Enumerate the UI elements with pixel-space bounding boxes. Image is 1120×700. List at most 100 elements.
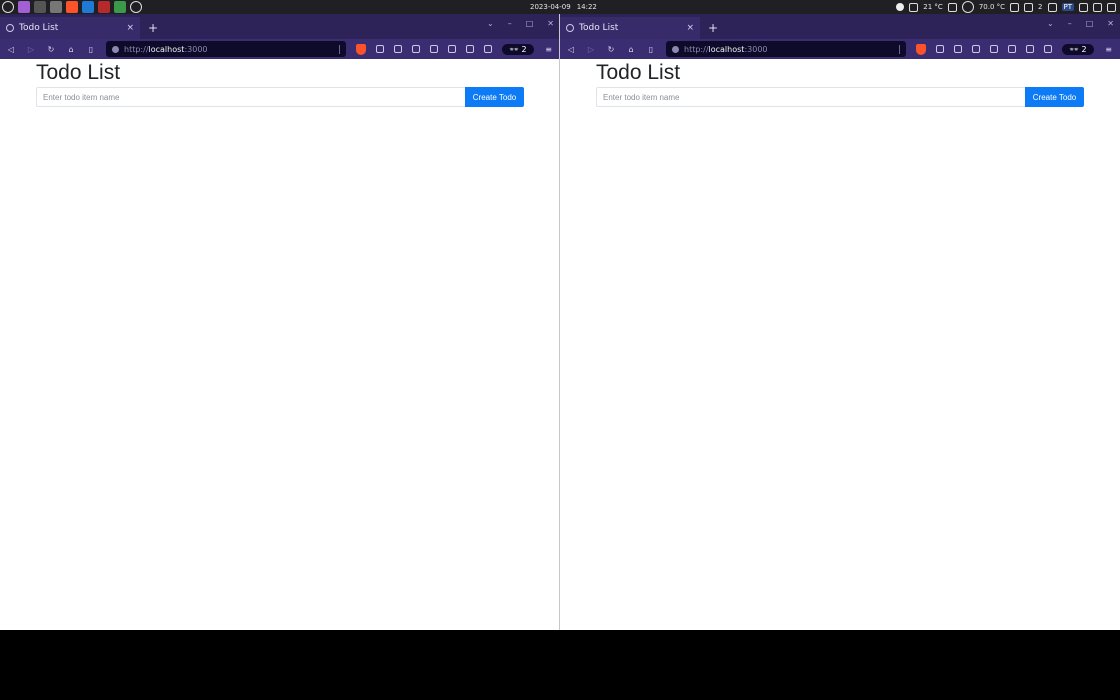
translate-extension-icon[interactable] xyxy=(936,45,944,53)
url-separator xyxy=(899,44,900,54)
app-icon-green[interactable] xyxy=(114,1,126,13)
privacy-count: 2 xyxy=(1081,44,1087,54)
volume-icon[interactable] xyxy=(1107,2,1116,12)
vscode-icon[interactable] xyxy=(82,1,94,13)
translate-extension-icon[interactable] xyxy=(376,45,384,53)
url-host: localhost xyxy=(708,44,745,54)
wifi-icon[interactable] xyxy=(1093,2,1102,12)
url-port: :3000 xyxy=(744,44,768,54)
home-icon[interactable]: ⌂ xyxy=(66,45,76,54)
back-icon[interactable]: ◁ xyxy=(566,45,576,54)
bookmark-icon[interactable]: ▯ xyxy=(646,45,656,54)
terminal-icon[interactable] xyxy=(34,1,46,13)
menu-icon[interactable]: ≡ xyxy=(1104,45,1114,54)
minimize-icon[interactable]: – xyxy=(1068,19,1072,28)
app-launcher-bar xyxy=(0,0,142,14)
privacy-badge[interactable]: 👓 2 xyxy=(502,43,534,55)
page-title: Todo List xyxy=(36,61,121,84)
notifications-icon[interactable] xyxy=(1024,2,1034,12)
url-separator xyxy=(339,44,340,54)
forward-icon[interactable]: ▷ xyxy=(26,45,36,54)
cpu-temp: 70.0 °C xyxy=(978,3,1006,11)
os-menu-icon[interactable] xyxy=(2,1,14,13)
extension-icon-3[interactable] xyxy=(990,45,998,53)
weather-icon[interactable] xyxy=(909,2,919,12)
obs-icon[interactable] xyxy=(961,1,974,13)
clock-time: 14:22 xyxy=(576,3,597,11)
record-icon[interactable] xyxy=(896,3,905,11)
tab-close-icon[interactable]: × xyxy=(686,23,694,33)
browser-window-right: Todo List × + ⌄ – □ ✕ ◁ ▷ ↻ ⌂ ▯ http://l… xyxy=(560,14,1120,630)
extension-icon-2[interactable] xyxy=(972,45,980,53)
maximize-icon[interactable]: □ xyxy=(526,19,534,28)
new-tab-button[interactable]: + xyxy=(708,21,718,35)
reload-icon[interactable]: ↻ xyxy=(606,45,616,54)
tab-title: Todo List xyxy=(19,23,59,33)
todo-name-input[interactable] xyxy=(36,87,465,107)
site-info-icon[interactable] xyxy=(112,45,119,53)
extensions-puzzle-icon[interactable] xyxy=(466,45,474,53)
close-window-icon[interactable]: ✕ xyxy=(1107,19,1114,28)
app-icon-purple[interactable] xyxy=(18,1,30,13)
files-icon[interactable] xyxy=(50,1,62,13)
sidebar-icon[interactable] xyxy=(484,45,492,53)
tab-list-chevron-icon[interactable]: ⌄ xyxy=(1047,19,1054,28)
page-content: Todo List Create Todo xyxy=(0,59,560,107)
app-icon-circle[interactable] xyxy=(130,1,142,13)
system-tray: 21 °C 70.0 °C 2 PT xyxy=(896,0,1116,14)
minimize-icon[interactable]: – xyxy=(508,19,512,28)
site-info-icon[interactable] xyxy=(672,45,679,53)
extension-icon-1[interactable] xyxy=(954,45,962,53)
tab-list-chevron-icon[interactable]: ⌄ xyxy=(487,19,494,28)
bookmark-icon[interactable]: ▯ xyxy=(86,45,96,54)
forward-icon[interactable]: ▷ xyxy=(586,45,596,54)
reload-icon[interactable]: ↻ xyxy=(46,45,56,54)
extension-icon-4[interactable] xyxy=(1008,45,1016,53)
globe-icon xyxy=(6,24,14,32)
bluetooth-icon[interactable] xyxy=(947,2,957,12)
todo-name-input[interactable] xyxy=(596,87,1025,107)
address-bar[interactable]: http://localhost:3000 xyxy=(106,41,346,57)
create-todo-button[interactable]: Create Todo xyxy=(1025,87,1084,107)
url-scheme: http:// xyxy=(684,44,709,54)
home-icon[interactable]: ⌂ xyxy=(626,45,636,54)
close-window-icon[interactable]: ✕ xyxy=(547,19,554,28)
extension-icon-1[interactable] xyxy=(394,45,402,53)
brave-shields-icon[interactable] xyxy=(916,43,926,55)
maximize-icon[interactable]: □ xyxy=(1086,19,1094,28)
tab-todo-list[interactable]: Todo List × xyxy=(0,17,140,39)
clipboard-icon[interactable] xyxy=(1010,2,1020,12)
create-todo-button[interactable]: Create Todo xyxy=(465,87,524,107)
menu-icon[interactable]: ≡ xyxy=(544,45,554,54)
extensions-puzzle-icon[interactable] xyxy=(1026,45,1034,53)
clock[interactable]: 2023-04-09 14:22 xyxy=(530,0,597,14)
url-port: :3000 xyxy=(184,44,208,54)
keyboard-layout[interactable]: PT xyxy=(1061,3,1074,11)
extension-icon-4[interactable] xyxy=(448,45,456,53)
battery-icon[interactable] xyxy=(1079,2,1088,12)
page-content: Todo List Create Todo xyxy=(560,59,1120,107)
sidebar-icon[interactable] xyxy=(1044,45,1052,53)
privacy-badge[interactable]: 👓 2 xyxy=(1062,43,1094,55)
page-title: Todo List xyxy=(596,61,681,84)
brave-browser-icon[interactable] xyxy=(66,1,78,13)
tab-close-icon[interactable]: × xyxy=(126,23,134,33)
globe-icon xyxy=(566,24,574,32)
address-bar[interactable]: http://localhost:3000 xyxy=(666,41,906,57)
weather-temp: 21 °C xyxy=(923,3,943,11)
back-icon[interactable]: ◁ xyxy=(6,45,16,54)
extension-icon-2[interactable] xyxy=(412,45,420,53)
tab-title: Todo List xyxy=(579,23,619,33)
browser-toolbar: ◁ ▷ ↻ ⌂ ▯ http://localhost:3000 👓 2 ≡ xyxy=(560,39,1120,59)
tab-todo-list[interactable]: Todo List × xyxy=(560,17,700,39)
new-tab-button[interactable]: + xyxy=(148,21,158,35)
tab-bar: Todo List × + ⌄ – □ ✕ xyxy=(0,14,560,39)
brave-shields-icon[interactable] xyxy=(356,43,366,55)
privacy-count: 2 xyxy=(521,44,527,54)
notification-count: 2 xyxy=(1038,3,1043,11)
app-icon-red[interactable] xyxy=(98,1,110,13)
todo-form: Create Todo xyxy=(36,87,524,107)
extension-icon-3[interactable] xyxy=(430,45,438,53)
clock-date: 2023-04-09 xyxy=(530,3,571,11)
display-icon[interactable] xyxy=(1047,2,1057,12)
